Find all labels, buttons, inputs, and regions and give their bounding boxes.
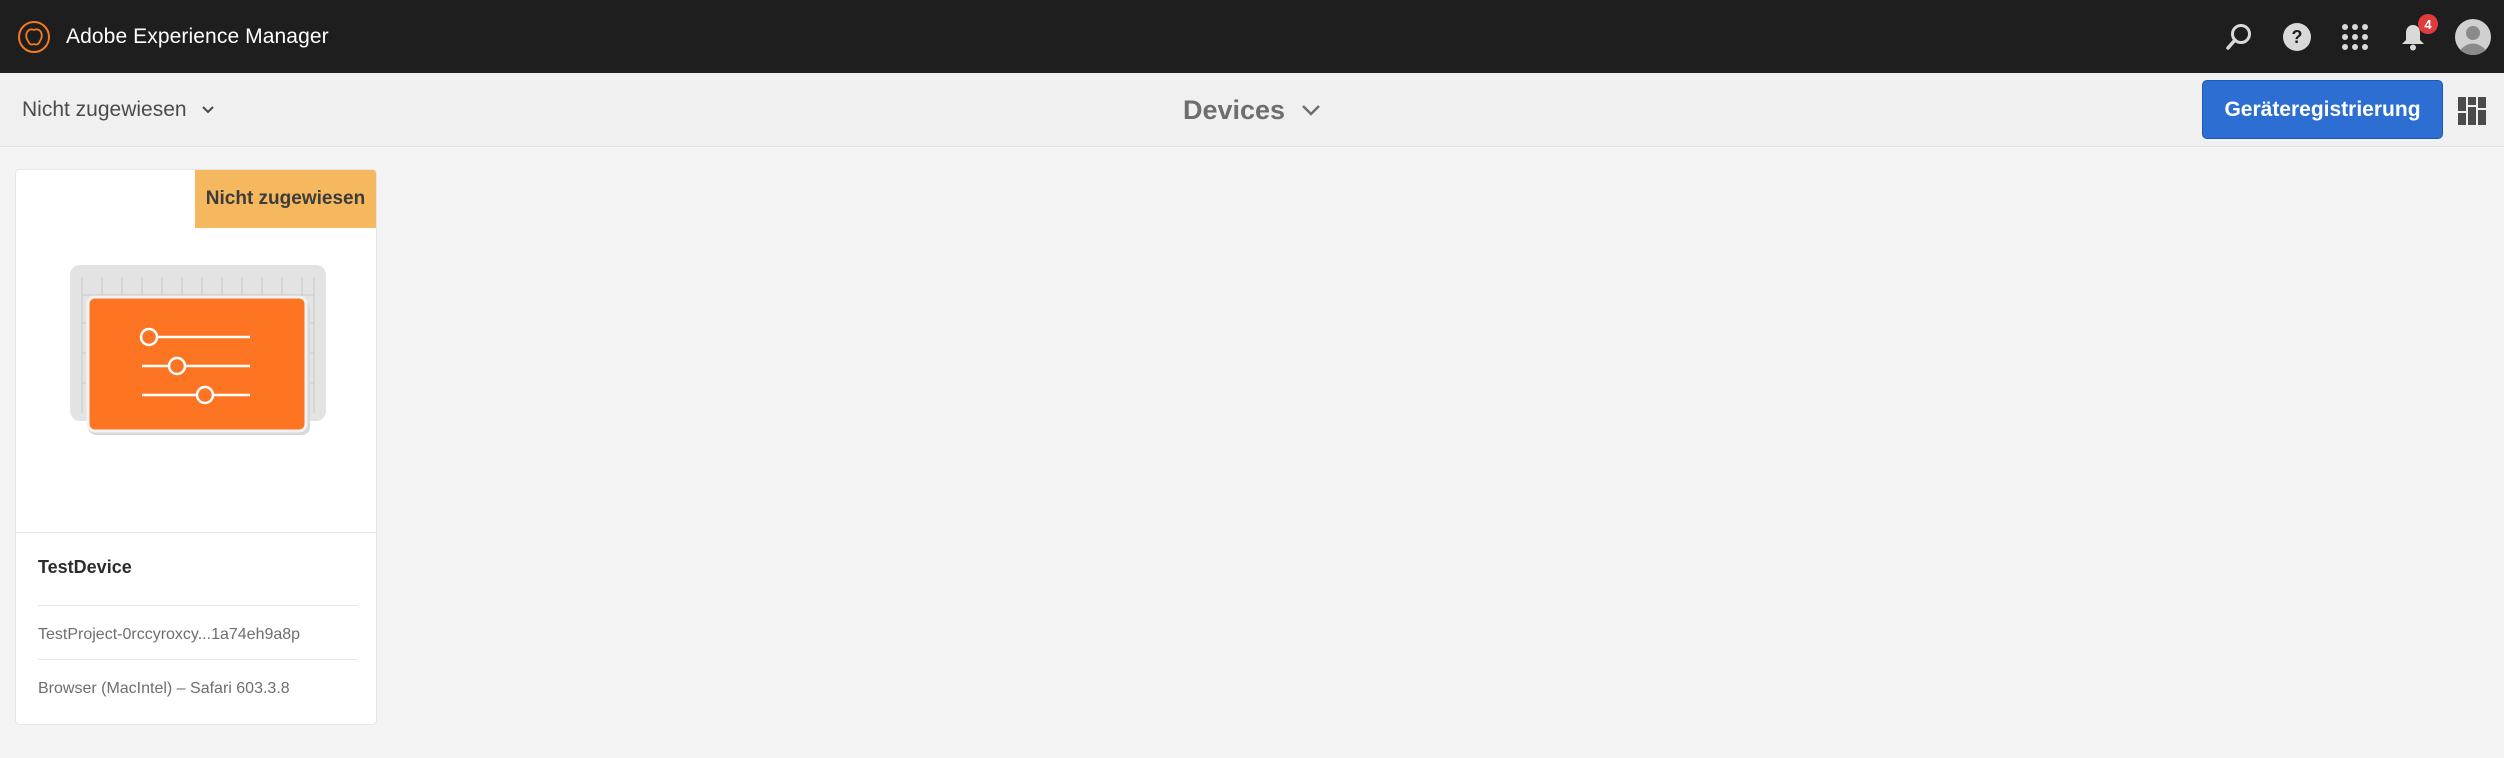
svg-text:?: ?	[2292, 27, 2303, 47]
card-view-icon[interactable]	[2458, 97, 2486, 125]
status-badge: Nicht zugewiesen	[195, 170, 376, 228]
card-separator	[38, 659, 358, 660]
card-divider	[16, 532, 376, 533]
search-button[interactable]	[2210, 0, 2268, 73]
device-registration-button[interactable]: Geräteregistrierung	[2202, 80, 2443, 139]
page-title: Devices	[1182, 94, 1286, 125]
user-avatar	[2455, 18, 2491, 55]
action-bar: Nicht zugewiesen Devices Geräteregistrie…	[0, 73, 2504, 147]
notifications-button[interactable]: 4	[2384, 0, 2442, 73]
card-separator	[38, 605, 358, 606]
device-config-icon	[70, 265, 326, 435]
solutions-grid-icon	[2342, 23, 2368, 50]
filter-dropdown[interactable]: Nicht zugewiesen	[22, 73, 215, 147]
filter-label: Nicht zugewiesen	[22, 98, 187, 121]
device-browser: Browser (MacIntel) – Safari 603.3.8	[38, 680, 290, 697]
device-project: TestProject-0rccyroxcy...1a74eh9a8p	[38, 626, 301, 643]
shell-header: Adobe Experience Manager ? 4	[0, 0, 2504, 73]
notification-badge: 4	[2418, 14, 2438, 34]
device-card[interactable]: Nicht zugewiesen TestDevice TestProject-…	[15, 169, 377, 725]
help-button[interactable]: ?	[2268, 0, 2326, 73]
search-icon	[2226, 23, 2251, 50]
help-icon: ?	[2283, 22, 2311, 51]
app-title: Adobe Experience Manager	[66, 24, 329, 48]
user-account-button[interactable]	[2442, 0, 2504, 73]
chevron-down-icon	[201, 106, 214, 114]
chevron-down-icon	[1302, 105, 1320, 116]
page-title-dropdown[interactable]: Devices	[1183, 95, 1321, 126]
brand[interactable]: Adobe Experience Manager	[16, 19, 329, 55]
solutions-button[interactable]	[2326, 0, 2384, 73]
device-title: TestDevice	[38, 557, 132, 577]
aem-logo-icon	[18, 20, 50, 53]
